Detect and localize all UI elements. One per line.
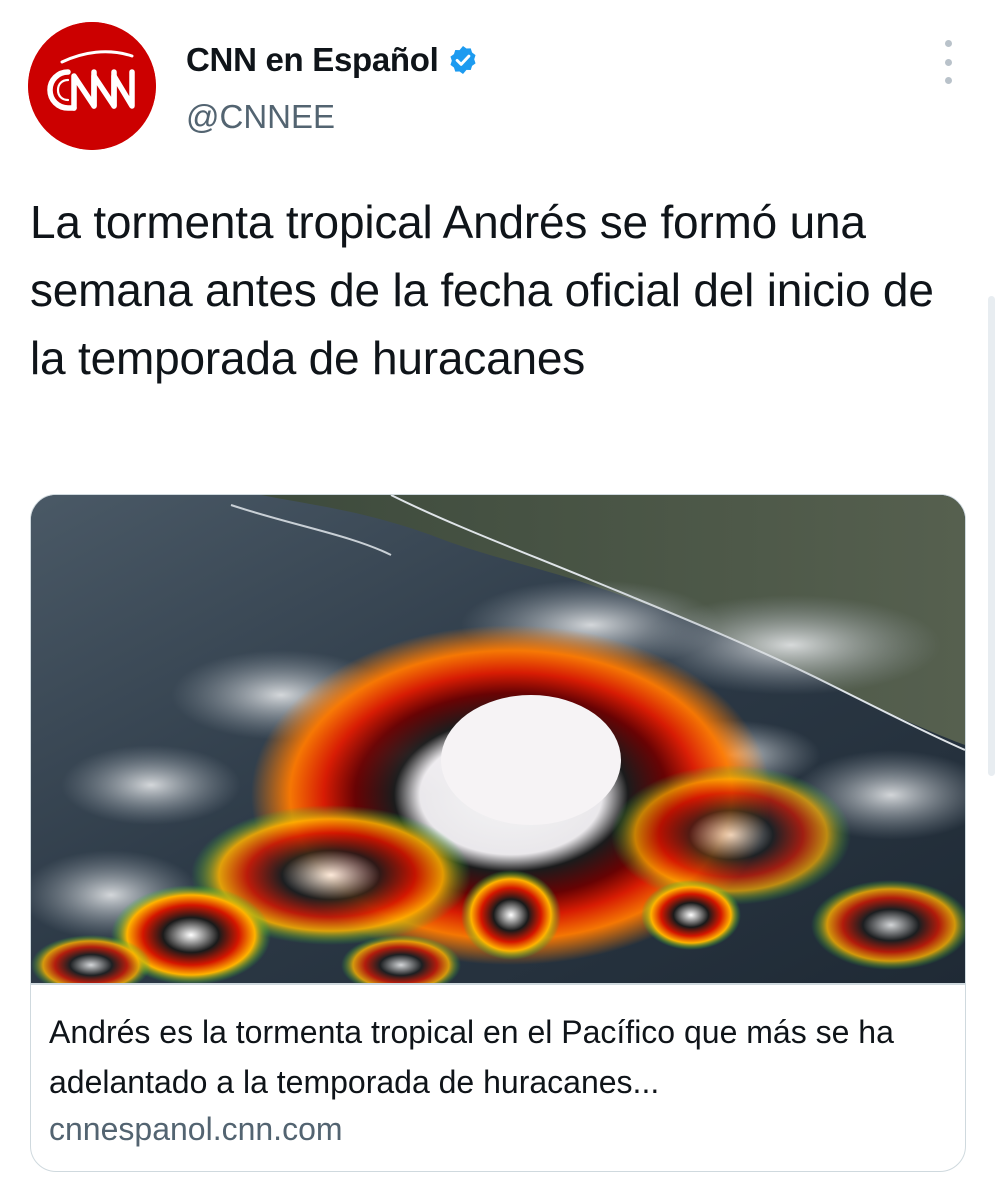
tweet-text: La tormenta tropical Andrés se formó una… [30, 196, 934, 384]
avatar[interactable] [28, 22, 156, 150]
card-title[interactable]: Andrés es la tormenta tropical en el Pac… [49, 1007, 949, 1107]
tweet: CNN en Español @CNNEE La tormenta tropic… [0, 0, 995, 1200]
more-dot [944, 58, 952, 66]
cnn-logo-icon [28, 22, 156, 150]
more-dot [944, 40, 952, 47]
more-options-icon[interactable] [934, 40, 962, 84]
link-card[interactable]: Andrés es la tormenta tropical en el Pac… [30, 494, 966, 1172]
author-name[interactable]: CNN en Español [186, 41, 439, 79]
verified-badge-icon [447, 44, 479, 76]
scrollbar[interactable] [988, 296, 995, 776]
card-domain[interactable]: cnnespanol.cnn.com [49, 1109, 343, 1149]
author-row[interactable]: CNN en Español [186, 38, 479, 82]
satellite-storm-image [31, 495, 965, 983]
card-image[interactable] [31, 495, 965, 983]
more-dot [944, 77, 952, 84]
author-handle[interactable]: @CNNEE [186, 98, 335, 136]
card-divider [31, 983, 965, 985]
